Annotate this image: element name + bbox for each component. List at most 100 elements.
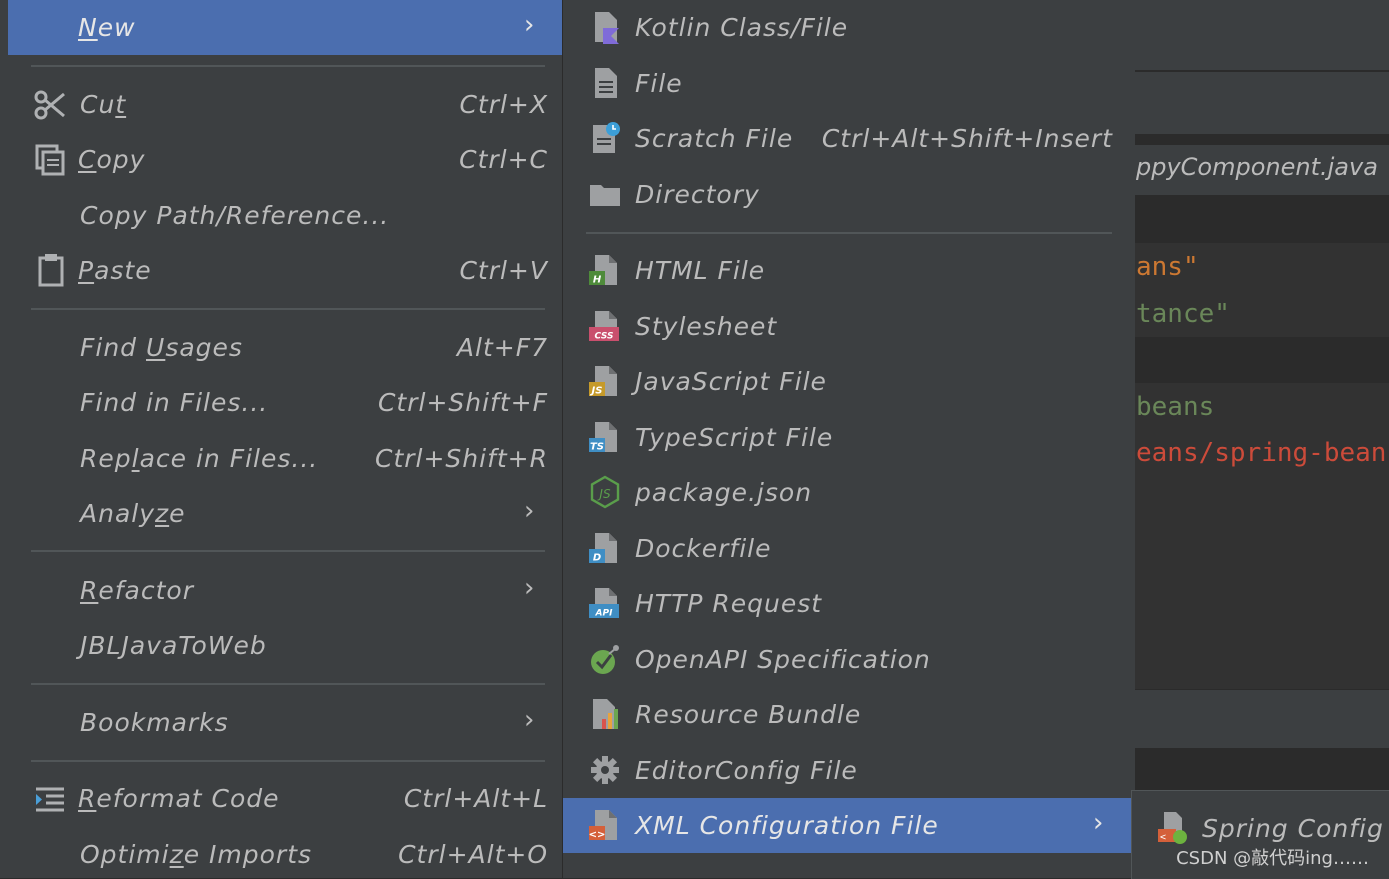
submenu-item-resource-bundle[interactable]: Resource Bundle	[563, 687, 1135, 742]
menu-item-copy-path[interactable]: Copy Path/Reference...	[8, 188, 562, 243]
submenu-item-directory[interactable]: Directory	[563, 167, 1135, 222]
submenu-item-label: Dockerfile	[635, 534, 772, 563]
menu-item-label: Bookmarks	[80, 708, 229, 737]
menu-item-label: Cut	[80, 90, 127, 119]
menu-item-label: Analyze	[80, 499, 186, 528]
menu-item-paste[interactable]: Paste Ctrl+V	[8, 243, 562, 298]
menu-item-shortcut: Ctrl+C	[459, 145, 548, 174]
submenu-item-stylesheet[interactable]: CSS Stylesheet	[563, 299, 1135, 354]
submenu-item-label: HTTP Request	[635, 589, 823, 618]
submenu-item-typescript[interactable]: TS TypeScript File	[563, 410, 1135, 465]
folder-icon	[589, 177, 621, 211]
chevron-right-icon: ›	[1093, 808, 1104, 838]
submenu-item-http-request[interactable]: API HTTP Request	[563, 576, 1135, 631]
menu-item-label: Optimize Imports	[80, 840, 313, 869]
new-submenu: Kotlin Class/File File Scratch File Ctrl+Al…	[563, 0, 1135, 878]
submenu-item-javascript[interactable]: JS JavaScript File	[563, 354, 1135, 409]
menu-item-label: Spring Config	[1202, 814, 1384, 843]
context-menu: New › Cut Ctrl+X Copy Ctrl+C Copy Path/R…	[8, 0, 562, 878]
menu-item-shortcut: Ctrl+Alt+O	[398, 840, 548, 869]
menu-separator	[31, 760, 545, 762]
menu-item-label: Paste	[78, 256, 152, 285]
openapi-icon	[589, 642, 621, 676]
menu-item-label: Find in Files...	[80, 388, 269, 417]
menu-item-label: Find Usages	[80, 333, 243, 362]
menu-item-analyze[interactable]: Analyze ›	[8, 486, 562, 541]
menu-item-jbljavatoweb[interactable]: JBLJavaToWeb	[8, 618, 562, 673]
js-file-icon: JS	[589, 364, 621, 398]
submenu-item-label: TypeScript File	[635, 423, 834, 452]
gear-icon	[589, 753, 621, 787]
code-editor[interactable]: ppyComponent.java ans" tance" beans eans…	[1135, 0, 1389, 878]
menu-item-reformat-code[interactable]: Reformat Code Ctrl+Alt+L	[8, 771, 562, 826]
submenu-item-file[interactable]: File	[563, 56, 1135, 111]
menu-item-shortcut: Alt+F7	[456, 333, 548, 362]
resource-bundle-icon	[589, 697, 621, 731]
project-tool-strip	[0, 0, 8, 878]
submenu-item-label: HTML File	[635, 256, 766, 285]
svg-text:<: <	[1160, 832, 1166, 843]
svg-text:API: API	[595, 609, 614, 619]
menu-item-label: Copy	[78, 145, 146, 174]
submenu-item-label: Stylesheet	[635, 312, 778, 341]
submenu-item-package-json[interactable]: JS package.json	[563, 465, 1135, 520]
watermark: CSDN @敲代码ing……	[1176, 848, 1369, 869]
svg-text:JS: JS	[597, 487, 611, 501]
submenu-item-label: OpenAPI Specification	[635, 645, 931, 674]
menu-item-shortcut: Ctrl+Shift+F	[377, 388, 548, 417]
menu-item-bookmarks[interactable]: Bookmarks ›	[8, 695, 562, 750]
menu-item-find-in-files[interactable]: Find in Files... Ctrl+Shift+F	[8, 375, 562, 430]
editor-tab-title: ppyComponent.java	[1136, 153, 1378, 181]
submenu-item-dockerfile[interactable]: D Dockerfile	[563, 521, 1135, 576]
menu-item-refactor[interactable]: Refactor ›	[8, 563, 562, 618]
menu-item-shortcut: Ctrl+Shift+R	[374, 444, 548, 473]
submenu-item-openapi[interactable]: OpenAPI Specification	[563, 632, 1135, 687]
submenu-item-label: Resource Bundle	[635, 700, 862, 729]
kotlin-file-icon	[589, 10, 621, 44]
menu-item-optimize-imports[interactable]: Optimize Imports Ctrl+Alt+O	[8, 827, 562, 878]
submenu-item-editorconfig[interactable]: EditorConfig File	[563, 743, 1135, 798]
file-icon	[589, 66, 621, 100]
menu-item-label: Replace in Files...	[80, 444, 319, 473]
submenu-item-label: JavaScript File	[635, 367, 827, 396]
submenu-item-kotlin[interactable]: Kotlin Class/File	[563, 0, 1135, 55]
menu-item-copy[interactable]: Copy Ctrl+C	[8, 132, 562, 187]
menu-item-new[interactable]: New ›	[8, 0, 562, 55]
svg-text:TS: TS	[590, 442, 604, 453]
chevron-right-icon: ›	[524, 496, 535, 526]
menu-item-label: Reformat Code	[78, 784, 280, 813]
scissors-icon	[34, 88, 66, 122]
editor-tab[interactable]: ppyComponent.java	[1135, 145, 1389, 195]
menu-item-shortcut: Ctrl+X	[459, 90, 548, 119]
ts-file-icon: TS	[589, 420, 621, 454]
menu-item-shortcut: Ctrl+Alt+L	[403, 784, 548, 813]
code-line: beans	[1136, 392, 1215, 422]
menu-item-find-usages[interactable]: Find Usages Alt+F7	[8, 320, 562, 375]
copy-icon	[34, 143, 66, 177]
chevron-right-icon: ›	[524, 10, 535, 40]
api-file-icon: API	[589, 586, 621, 620]
submenu-item-xml-config[interactable]: <> XML Configuration File ›	[563, 798, 1135, 853]
submenu-item-label: XML Configuration File	[635, 811, 939, 840]
menu-item-label: Copy Path/Reference...	[80, 201, 390, 230]
editor-toolbar	[1135, 0, 1389, 70]
submenu-item-html[interactable]: H HTML File	[563, 243, 1135, 298]
menu-separator	[31, 308, 545, 310]
menu-item-replace-in-files[interactable]: Replace in Files... Ctrl+Shift+R	[8, 431, 562, 486]
xml-file-icon: <>	[589, 808, 621, 842]
svg-text:CSS: CSS	[595, 332, 614, 342]
svg-text:JS: JS	[590, 386, 603, 397]
editor-panel	[1135, 690, 1389, 748]
menu-separator	[31, 550, 545, 552]
submenu-item-label: EditorConfig File	[635, 756, 858, 785]
code-line: ans"	[1136, 252, 1199, 282]
nodejs-icon: JS	[589, 475, 621, 509]
svg-text:<>: <>	[589, 830, 605, 841]
submenu-item-scratch[interactable]: Scratch File Ctrl+Alt+Shift+Insert	[563, 111, 1135, 166]
menu-separator	[31, 683, 545, 685]
menu-item-cut[interactable]: Cut Ctrl+X	[8, 77, 562, 132]
menu-separator	[586, 232, 1112, 234]
submenu-item-label: Directory	[635, 180, 760, 209]
spring-xml-icon: <	[1156, 811, 1188, 845]
svg-text:D: D	[593, 553, 601, 564]
